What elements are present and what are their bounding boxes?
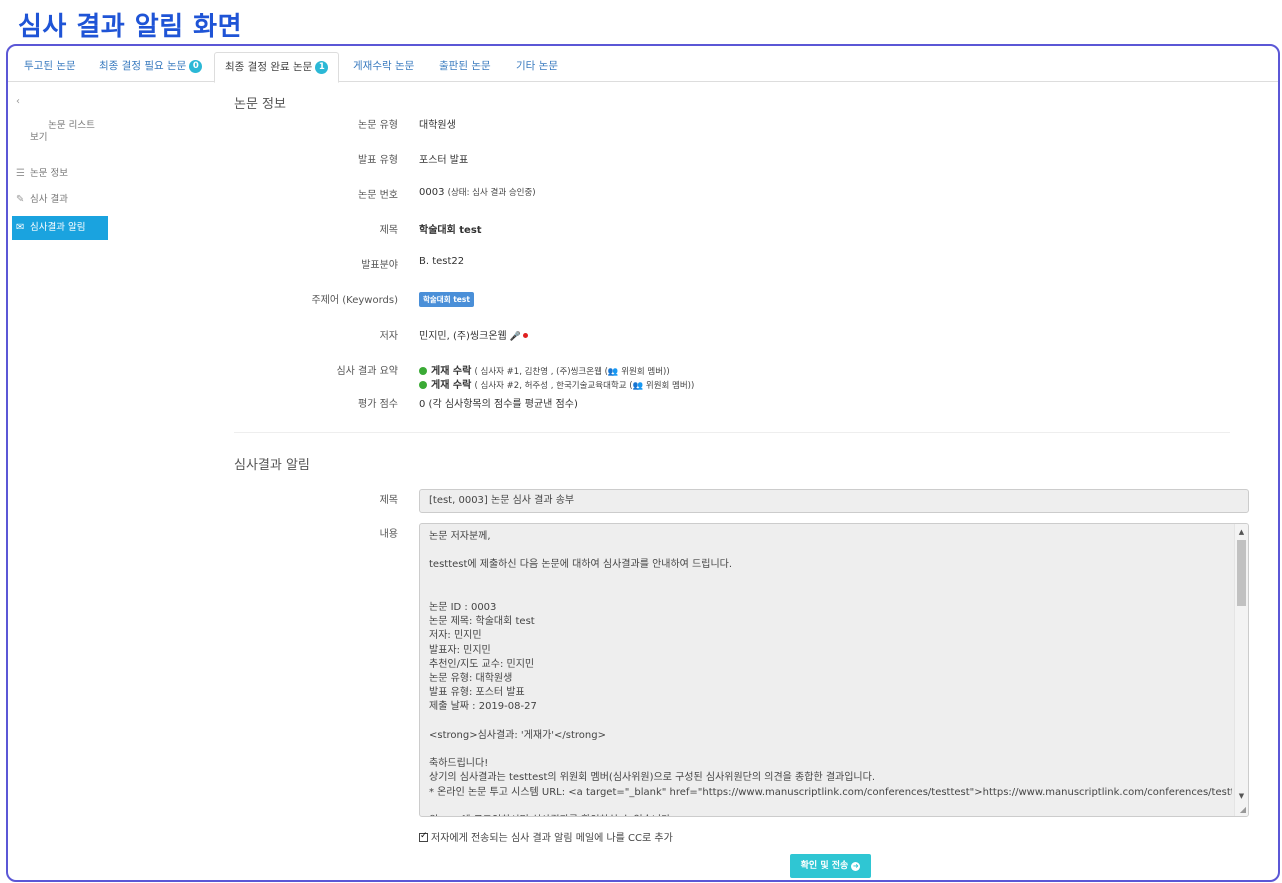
confirm-send-label: 확인 및 전송	[800, 861, 849, 871]
sidebar: ‹ 논문 리스트 보기 ☰ 논문 정보 ✎ 심사 결과 ✉ 심사결과 알림	[12, 92, 108, 240]
keywords-value: 학술대회 test	[419, 292, 474, 307]
type-label: 논문 유형	[358, 120, 398, 131]
sidebar-item-result-notification[interactable]: ✉ 심사결과 알림	[12, 216, 108, 240]
scroll-down-icon[interactable]: ▼	[1235, 790, 1248, 802]
subject-label: 제목	[379, 495, 398, 506]
chevron-left-icon: ‹	[16, 96, 20, 107]
sidebar-item-paper-list[interactable]: ‹ 논문 리스트 보기	[12, 92, 108, 160]
corresponding-author-dot	[522, 333, 528, 338]
decision-text: 게재 수락	[431, 380, 472, 391]
cc-label: 저자에게 전송되는 심사 결과 알림 메일에 나를 CC로 추가	[431, 833, 673, 844]
keywords-label: 주제어 (Keywords)	[311, 295, 398, 306]
content-text[interactable]: 논문 저자분께, testtest에 제출하신 다음 논문에 대하여 심사결과를…	[420, 524, 1232, 816]
content-label: 내용	[379, 529, 398, 540]
presenter-icon: 🎤	[509, 332, 521, 342]
cc-checkbox[interactable]	[419, 831, 428, 842]
reviewer-role: 위원회 멤버))	[643, 381, 695, 391]
count-badge: 1	[315, 61, 329, 74]
section-divider	[234, 432, 1230, 433]
page-title: 심사 결과 알림 화면	[18, 12, 243, 42]
number-label: 논문 번호	[358, 190, 398, 201]
sidebar-item-label: 논문 리스트 보기	[30, 120, 95, 143]
author-label: 저자	[379, 331, 398, 342]
content-textarea[interactable]: 논문 저자분께, testtest에 제출하신 다음 논문에 대하여 심사결과를…	[419, 523, 1249, 817]
summary-row-2: 게재 수락 ( 심사자 #2, 허주성 , 한국기술교육대학교 (👥 위원회 멤…	[419, 376, 694, 391]
confirm-send-button[interactable]: 확인 및 전송 ➜	[790, 854, 871, 878]
edit-icon: ✎	[16, 194, 25, 205]
tab-other[interactable]: 기타 논문	[516, 52, 558, 82]
score-value: 0 (각 심사항목의 점수를 평균낸 점수)	[419, 399, 578, 410]
tab-decision-complete[interactable]: 최종 결정 완료 논문 1	[214, 52, 340, 83]
notification-heading: 심사결과 알림	[234, 458, 310, 473]
tab-label: 최종 결정 완료 논문	[225, 61, 313, 73]
author-names: 민지민, (주)씽크온웹	[419, 331, 507, 342]
tab-bar: 투고된 논문 최종 결정 필요 논문 0 최종 결정 완료 논문 1 게재수락 논문…	[8, 52, 1278, 83]
type-value: 대학원생	[419, 120, 456, 131]
sidebar-item-label: 심사결과 알림	[30, 222, 86, 233]
paper-status: (상태: 심사 결과 승인중)	[447, 188, 536, 198]
tab-label: 투고된 논문	[24, 60, 76, 72]
field-value: B. test22	[419, 256, 465, 267]
paper-info-heading: 논문 정보	[234, 97, 286, 112]
subject-input[interactable]: [test, 0003] 논문 심사 결과 송부	[419, 489, 1249, 513]
main-frame: 투고된 논문 최종 결정 필요 논문 0 최종 결정 완료 논문 1 게재수락 논문…	[6, 44, 1280, 882]
paper-number: 0003	[419, 187, 445, 198]
tab-label: 게재수락 논문	[353, 60, 415, 72]
tab-submitted[interactable]: 투고된 논문	[24, 52, 76, 82]
committee-icon: 👥	[632, 381, 644, 391]
title-value: 학술대회 test	[419, 225, 482, 236]
scroll-thumb[interactable]	[1237, 540, 1246, 606]
scroll-up-icon[interactable]: ▲	[1235, 526, 1248, 538]
presentation-label: 발표 유형	[358, 155, 398, 166]
accept-status-icon	[419, 367, 427, 375]
envelope-icon: ✉	[16, 222, 25, 233]
tab-label: 기타 논문	[516, 60, 558, 72]
reviewer-detail: ( 심사자 #2, 허주성 , 한국기술교육대학교 (	[474, 381, 633, 391]
sidebar-item-review-result[interactable]: ✎ 심사 결과	[12, 190, 108, 210]
title-label: 제목	[379, 225, 398, 236]
cc-checkbox-row[interactable]: 저자에게 전송되는 심사 결과 알림 메일에 나를 CC로 추가	[419, 829, 673, 844]
score-label: 평가 점수	[358, 399, 398, 410]
sidebar-item-label: 논문 정보	[30, 168, 68, 179]
tab-label: 출판된 논문	[439, 60, 491, 72]
presentation-value: 포스터 발표	[419, 155, 469, 166]
tab-published[interactable]: 출판된 논문	[439, 52, 491, 82]
resize-grip-icon[interactable]: ◢	[1240, 805, 1246, 814]
tab-label: 최종 결정 필요 논문	[99, 60, 187, 72]
arrow-right-icon: ➜	[851, 862, 861, 871]
sidebar-item-label: 심사 결과	[30, 194, 68, 205]
count-badge: 0	[189, 60, 203, 73]
summary-label: 심사 결과 요약	[336, 366, 398, 377]
keyword-tag[interactable]: 학술대회 test	[419, 292, 474, 307]
tab-accepted[interactable]: 게재수락 논문	[353, 52, 414, 82]
summary-row-1: 게재 수락 ( 심사자 #1, 김찬영 , (주)씽크온웹 (👥 위원회 멤버)…	[419, 362, 670, 377]
number-value: 0003 (상태: 심사 결과 승인중)	[419, 186, 536, 198]
sidebar-item-paper-info[interactable]: ☰ 논문 정보	[12, 164, 108, 184]
field-label: 발표분야	[361, 260, 398, 271]
list-icon: ☰	[16, 168, 25, 179]
author-value: 민지민, (주)씽크온웹 🎤	[419, 327, 528, 342]
accept-status-icon	[419, 381, 427, 389]
content-scrollbar[interactable]: ▲ ▼	[1234, 524, 1248, 816]
tab-decision-needed[interactable]: 최종 결정 필요 논문 0	[99, 52, 203, 82]
